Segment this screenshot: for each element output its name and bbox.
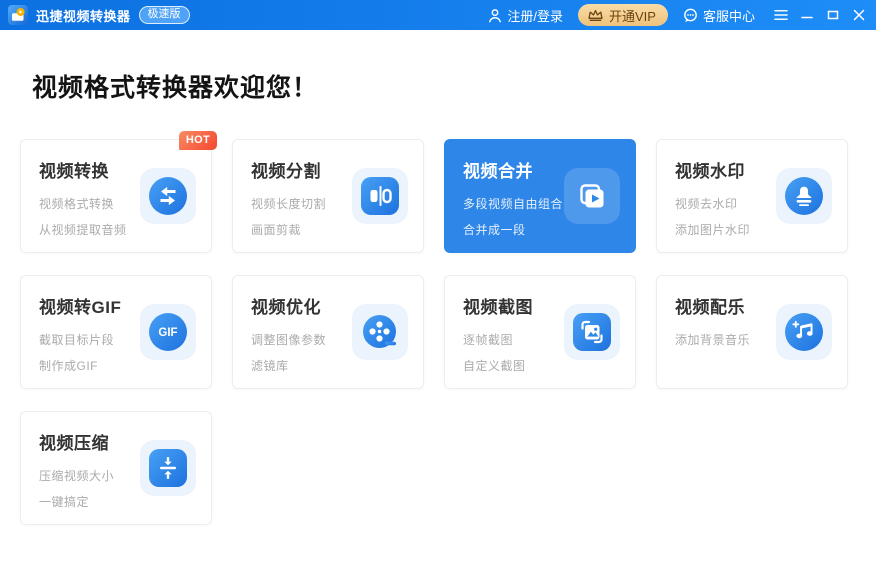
feature-grid: HOT 视频转换 视频格式转换 从视频提取音频 视频分割 视频长度切割 画面剪裁 视… — [20, 131, 856, 525]
card-stamp[interactable]: 视频水印 视频去水印 添加图片水印 — [656, 139, 848, 253]
titlebar: 迅捷视频转换器 极速版 注册/登录 开通VIP 客服中心 — [0, 0, 876, 30]
user-icon — [489, 8, 502, 22]
edition-badge: 极速版 — [138, 6, 190, 24]
register-login-label: 注册/登录 — [507, 8, 564, 24]
merge-icon — [564, 168, 620, 224]
open-vip-button[interactable]: 开通VIP — [578, 4, 668, 26]
merge-icon — [580, 184, 604, 208]
film-reel-icon — [363, 315, 396, 348]
card-split[interactable]: 视频分割 视频长度切割 画面剪裁 — [232, 139, 424, 253]
main-content: 视频格式转换器欢迎您！ HOT 视频转换 视频格式转换 从视频提取音频 视频分割 … — [0, 72, 876, 525]
split-icon — [352, 168, 408, 224]
chat-bubble-icon — [684, 8, 697, 22]
support-center-button[interactable]: 客服中心 — [683, 6, 755, 25]
maximize-icon — [827, 10, 839, 20]
titlebar-right: 注册/登录 开通VIP 客服中心 — [488, 4, 866, 26]
music-plus-icon — [776, 304, 832, 360]
maximize-button[interactable] — [826, 7, 840, 23]
crown-icon — [588, 9, 603, 21]
app-logo-icon — [8, 5, 28, 25]
register-login-button[interactable]: 注册/登录 — [488, 6, 563, 25]
close-button[interactable] — [852, 7, 866, 23]
stamp-icon — [785, 177, 823, 215]
compress-icon — [149, 449, 187, 487]
open-vip-label: 开通VIP — [609, 8, 656, 24]
minimize-button[interactable] — [800, 7, 814, 23]
screenshot-icon — [564, 304, 620, 360]
hot-badge: HOT — [178, 131, 217, 150]
page-title: 视频格式转换器欢迎您！ — [32, 74, 319, 102]
app-title: 迅捷视频转换器 — [36, 8, 131, 24]
svg-text:GIF: GIF — [158, 327, 177, 339]
close-icon — [853, 9, 865, 21]
music-plus-icon — [785, 313, 823, 351]
gif-icon: GIF — [140, 304, 196, 360]
minimize-icon — [801, 16, 813, 19]
screenshot-icon — [573, 313, 611, 351]
card-swap[interactable]: HOT 视频转换 视频格式转换 从视频提取音频 — [20, 131, 217, 253]
swap-icon — [140, 168, 196, 224]
gif-icon: GIF — [149, 313, 187, 351]
card-merge[interactable]: 视频合并 多段视频自由组合 合并成一段 — [444, 139, 636, 253]
card-gif[interactable]: 视频转GIF 截取目标片段 制作成GIF GIF — [20, 275, 212, 389]
card-screenshot[interactable]: 视频截图 逐帧截图 自定义截图 — [444, 275, 636, 389]
titlebar-left: 迅捷视频转换器 极速版 — [8, 5, 190, 25]
card-music-plus[interactable]: 视频配乐 添加背景音乐 — [656, 275, 848, 389]
menu-button[interactable] — [774, 7, 788, 23]
card-film-reel[interactable]: 视频优化 调整图像参数 滤镜库 — [232, 275, 424, 389]
hamburger-icon — [774, 10, 788, 20]
split-icon — [361, 177, 399, 215]
support-center-label: 客服中心 — [702, 8, 755, 24]
compress-icon — [140, 440, 196, 496]
stamp-icon — [776, 168, 832, 224]
window-controls — [774, 7, 866, 23]
card-compress[interactable]: 视频压缩 压缩视频大小 一键搞定 — [20, 411, 212, 525]
film-reel-icon — [352, 304, 408, 360]
swap-icon — [149, 177, 187, 215]
